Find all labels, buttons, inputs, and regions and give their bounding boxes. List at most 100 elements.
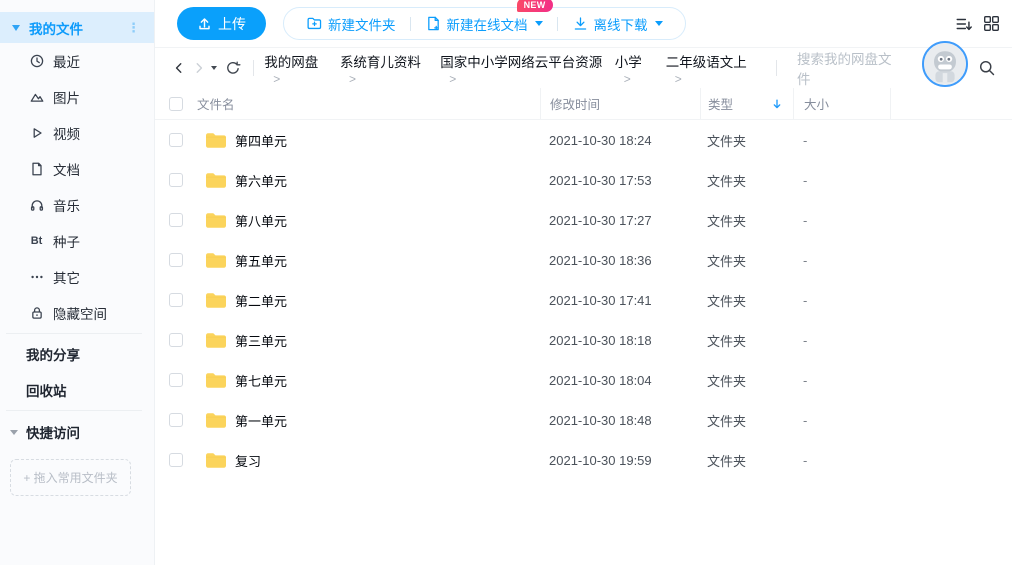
user-avatar[interactable] [922,41,968,87]
sidebar-item-label: 视频 [53,123,80,143]
breadcrumb-item[interactable]: 我的网盘 [264,55,318,70]
header-size-column[interactable]: 大小 [793,88,890,119]
clock-icon [29,53,45,69]
file-name[interactable]: 第三单元 [235,331,287,350]
chevron-down-icon[interactable] [655,21,663,26]
header-type-column[interactable]: 类型 [700,88,793,119]
back-button[interactable] [169,57,189,79]
upload-button[interactable]: 上传 [177,7,266,40]
table-row[interactable]: 第八单元 2021-10-30 17:27 文件夹 - [155,200,1012,240]
row-checkbox[interactable] [169,413,183,427]
row-checkbox[interactable] [169,133,183,147]
breadcrumb-item[interactable]: 二年级语文上 [666,55,747,70]
sidebar-item-ellipsis[interactable]: 其它 [0,259,154,295]
breadcrumb-item[interactable]: 系统育儿资料 [340,55,421,70]
folder-icon [205,171,227,190]
sidebar-link[interactable]: 我的分享 [0,336,154,372]
row-name-cell: 第七单元 [155,360,540,400]
file-name[interactable]: 第七单元 [235,371,287,390]
row-name-cell: 第四单元 [155,120,540,160]
file-name[interactable]: 第八单元 [235,211,287,230]
table-row[interactable]: 第一单元 2021-10-30 18:48 文件夹 - [155,400,1012,440]
sidebar-item-my-files[interactable]: 我的文件 ⋮ [0,12,154,43]
refresh-icon[interactable] [223,57,243,79]
grid-view-icon[interactable] [983,15,1000,32]
sidebar-item-label: 隐藏空间 [53,303,107,323]
search-input[interactable]: 搜索我的网盘文件 [797,48,893,88]
file-size: - [803,453,807,468]
bt-icon: Bt [31,235,43,247]
breadcrumb-item[interactable]: 小学 [615,55,642,70]
chevron-down-icon[interactable] [12,25,20,31]
file-name[interactable]: 复习 [235,451,261,470]
breadcrumb: 我的网盘 > 系统育儿资料 > 国家中小学网络云平台资源 > 小学 > 二年级语… [264,51,766,86]
table-row[interactable]: 第二单元 2021-10-30 17:41 文件夹 - [155,280,1012,320]
row-checkbox[interactable] [169,253,183,267]
row-checkbox[interactable] [169,333,183,347]
file-name[interactable]: 第一单元 [235,411,287,430]
row-checkbox[interactable] [169,453,183,467]
file-name[interactable]: 第五单元 [235,251,287,270]
breadcrumb-item[interactable]: 国家中小学网络云平台资源 [440,55,602,70]
file-size: - [803,253,807,268]
row-type-cell: 文件夹 [700,280,793,320]
folder-dropzone[interactable]: + 拖入常用文件夹 [10,459,131,496]
image-icon [29,89,45,105]
breadcrumb-item-wrap: 小学 > [615,51,666,86]
sidebar-item-video[interactable]: 视频 [0,115,154,151]
sidebar-item-bt[interactable]: Bt 种子 [0,223,154,259]
sort-descending-icon[interactable] [771,98,783,110]
table-row[interactable]: 第三单元 2021-10-30 18:18 文件夹 - [155,320,1012,360]
header-modified-column[interactable]: 修改时间 [540,88,700,119]
row-size-cell: - [793,200,890,240]
search-area: 搜索我的网盘文件 [766,48,1012,88]
sidebar-item-lock[interactable]: 隐藏空间 [0,295,154,331]
table-row[interactable]: 复习 2021-10-30 19:59 文件夹 - [155,440,1012,480]
sidebar-link[interactable]: 回收站 [0,372,154,408]
table-row[interactable]: 第四单元 2021-10-30 18:24 文件夹 - [155,120,1012,160]
sidebar-item-quick-access[interactable]: 快捷访问 [0,413,154,451]
file-type: 文件夹 [707,171,746,190]
select-all-checkbox[interactable] [169,97,183,111]
sidebar-link-label: 我的分享 [26,344,80,364]
sidebar-item-document[interactable]: 文档 [0,151,154,187]
row-size-cell: - [793,280,890,320]
row-modified-cell: 2021-10-30 18:36 [540,240,700,280]
history-dropdown-icon[interactable] [211,66,217,70]
row-size-cell: - [793,400,890,440]
row-modified-cell: 2021-10-30 18:48 [540,400,700,440]
document-icon [29,161,45,177]
file-type: 文件夹 [707,131,746,150]
table-row[interactable]: 第七单元 2021-10-30 18:04 文件夹 - [155,360,1012,400]
sidebar-item-clock[interactable]: 最近 [0,43,154,79]
divider [410,17,411,31]
file-name[interactable]: 第四单元 [235,131,287,150]
sort-order-icon[interactable] [955,15,973,33]
table-row[interactable]: 第六单元 2021-10-30 17:53 文件夹 - [155,160,1012,200]
sidebar-item-icon: Bt [28,233,45,250]
new-online-doc-button[interactable]: 新建在线文档 NEW [419,14,549,34]
table-row[interactable]: 第五单元 2021-10-30 18:36 文件夹 - [155,240,1012,280]
row-checkbox[interactable] [169,293,183,307]
search-icon[interactable] [978,59,1012,77]
header-name-label[interactable]: 文件名 [197,94,235,113]
sidebar-item-label: 其它 [53,267,80,287]
row-checkbox[interactable] [169,373,183,387]
header-type-label: 类型 [708,94,733,113]
row-name-cell: 第一单元 [155,400,540,440]
modified-time: 2021-10-30 17:27 [549,213,652,228]
file-size: - [803,333,807,348]
file-name[interactable]: 第二单元 [235,291,287,310]
new-folder-button[interactable]: 新建文件夹 [300,14,402,34]
sidebar-item-image[interactable]: 图片 [0,79,154,115]
offline-download-label: 离线下载 [594,14,648,34]
sidebar-item-music[interactable]: 音乐 [0,187,154,223]
modified-time: 2021-10-30 18:24 [549,133,652,148]
more-vertical-icon[interactable]: ⋮ [123,21,144,34]
chevron-down-icon[interactable] [535,21,543,26]
forward-button[interactable] [189,57,209,79]
offline-download-button[interactable]: 离线下载 [566,14,669,34]
row-checkbox[interactable] [169,213,183,227]
file-name[interactable]: 第六单元 [235,171,287,190]
row-checkbox[interactable] [169,173,183,187]
